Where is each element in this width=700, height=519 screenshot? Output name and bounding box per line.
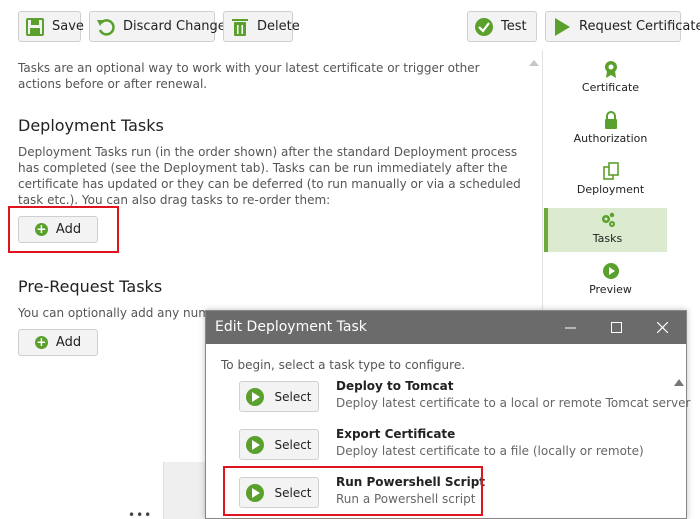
nav-label: Authorization (573, 132, 648, 145)
play-circle-icon (246, 387, 265, 406)
add-label: Add (55, 335, 82, 350)
test-button[interactable]: Test (467, 11, 537, 42)
delete-label: Delete (257, 19, 300, 34)
task-row-export: Select Export Certificate Deploy latest … (239, 427, 659, 463)
task-description: Deploy latest certificate to a file (loc… (336, 444, 644, 458)
gears-icon (599, 211, 617, 229)
play-icon (552, 17, 572, 37)
undo-icon (96, 17, 116, 37)
task-description: Deploy latest certificate to a local or … (336, 396, 691, 410)
intro-text: Tasks are an optional way to work with y… (18, 61, 480, 91)
request-certificate-button[interactable]: Request Certificate (545, 11, 700, 42)
nav-item-authorization[interactable]: Authorization (554, 108, 667, 152)
select-tomcat-button[interactable]: Select (239, 381, 319, 412)
plus-icon: + (34, 335, 48, 349)
add-pre-request-task-button[interactable]: + Add (18, 329, 98, 356)
nav-label: Deployment (576, 183, 645, 196)
discard-changes-button[interactable]: Discard Changes (89, 11, 233, 42)
check-circle-icon (474, 17, 494, 37)
nav-item-deployment[interactable]: Deployment (554, 159, 667, 203)
delete-button[interactable]: Delete (223, 11, 300, 42)
nav-item-tasks[interactable]: Tasks (544, 208, 667, 252)
close-icon[interactable] (639, 311, 685, 344)
highlight-box (8, 206, 119, 253)
more-icon: ••• (128, 508, 153, 519)
deployment-icon (602, 162, 620, 180)
highlight-box (223, 466, 483, 516)
background-window-fragment (163, 462, 205, 519)
dialog-title: Edit Deployment Task (215, 319, 367, 335)
lock-icon (602, 111, 620, 129)
deployment-tasks-description: Deployment Tasks run (in the order shown… (18, 145, 521, 207)
dialog-scroll-up-arrow[interactable] (674, 379, 684, 386)
nav-item-preview[interactable]: Preview (554, 259, 667, 303)
test-label: Test (501, 19, 527, 34)
select-label: Select (274, 389, 312, 404)
save-button[interactable]: Save (18, 11, 84, 42)
pre-request-tasks-description: You can optionally add any numbe (18, 306, 208, 320)
nav-label: Preview (589, 283, 632, 296)
dialog-title-bar: Edit Deployment Task (206, 311, 686, 344)
pre-request-tasks-heading: Pre-Request Tasks (18, 277, 163, 296)
trash-icon (230, 17, 250, 37)
maximize-icon[interactable] (593, 311, 639, 344)
task-row-tomcat: Select Deploy to Tomcat Deploy latest ce… (239, 379, 690, 415)
task-title: Deploy to Tomcat (336, 379, 454, 393)
select-label: Select (274, 437, 312, 452)
edit-deployment-task-dialog: Edit Deployment Task To begin, select a … (205, 310, 690, 519)
toolbar: Save Discard Changes Delete Test Request… (0, 0, 700, 50)
certificate-icon (602, 60, 620, 78)
request-label: Request Certificate (579, 19, 700, 34)
deployment-tasks-heading: Deployment Tasks (18, 116, 164, 135)
save-icon (25, 17, 45, 37)
nav-label: Certificate (581, 81, 640, 94)
task-title: Export Certificate (336, 427, 456, 441)
scroll-up-arrow[interactable] (529, 60, 539, 66)
select-export-button[interactable]: Select (239, 429, 319, 460)
play-circle-icon (246, 435, 265, 454)
nav-label: Tasks (592, 232, 623, 245)
tasks-content: Tasks are an optional way to work with y… (18, 60, 523, 92)
save-label: Save (52, 19, 84, 34)
play-circle-icon (602, 262, 620, 280)
nav-item-certificate[interactable]: Certificate (554, 57, 667, 101)
discard-label: Discard Changes (123, 19, 233, 34)
minimize-icon[interactable] (547, 311, 593, 344)
dialog-subtitle: To begin, select a task type to configur… (221, 358, 466, 372)
